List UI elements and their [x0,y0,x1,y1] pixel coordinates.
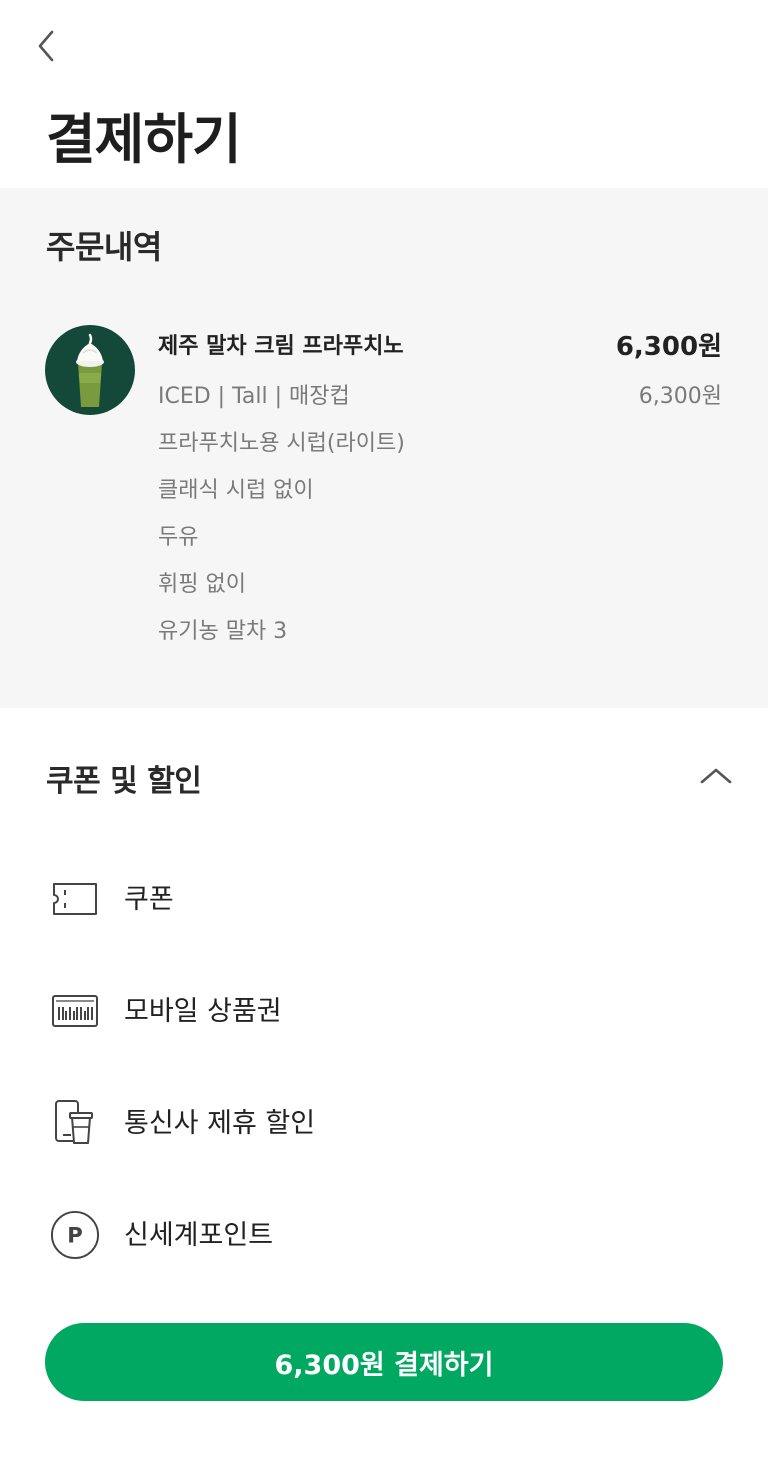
item-option: ICED | Tall | 매장컵 [158,384,350,409]
point-icon: P [50,1210,100,1260]
coupon-row[interactable]: 쿠폰 [0,854,768,944]
order-summary: 주문내역 제주 말차 크림 프라푸치노 6,300원 ICED | Tall |… [0,188,768,708]
item-price: 6,300원 [615,332,722,362]
option-price: 6,300원 [638,384,722,409]
phone-cup-icon [50,1098,100,1148]
back-button[interactable] [28,24,64,68]
chevron-up-icon [700,768,732,784]
item-option: 두유 [158,525,199,550]
page-title: 결제하기 [46,108,242,171]
discount-section-title: 쿠폰 및 할인 [46,764,202,799]
mobile-gift-card-row[interactable]: 모바일 상품권 [0,966,768,1056]
drink-thumbnail [45,325,135,415]
item-option: 클래식 시럽 없이 [158,478,314,503]
svg-text:P: P [67,1223,83,1248]
collapse-button[interactable] [694,756,738,796]
coupon-icon [50,874,100,924]
coupon-label: 쿠폰 [124,884,174,915]
item-name: 제주 말차 크림 프라푸치노 [158,334,404,359]
gift-card-icon [50,986,100,1036]
item-option: 유기농 말차 3 [158,619,288,644]
order-section-title: 주문내역 [46,228,162,266]
pay-button[interactable]: 6,300원 결제하기 [45,1323,723,1401]
item-option: 프라푸치노용 시럽(라이트) [158,431,405,456]
mobile-gift-card-label: 모바일 상품권 [124,996,282,1027]
item-option: 휘핑 없이 [158,572,246,597]
carrier-discount-row[interactable]: 통신사 제휴 할인 [0,1078,768,1168]
shinsegae-point-row[interactable]: P 신세계포인트 [0,1190,768,1280]
shinsegae-point-label: 신세계포인트 [124,1220,274,1251]
carrier-discount-label: 통신사 제휴 할인 [124,1108,316,1139]
chevron-left-icon [38,30,54,62]
